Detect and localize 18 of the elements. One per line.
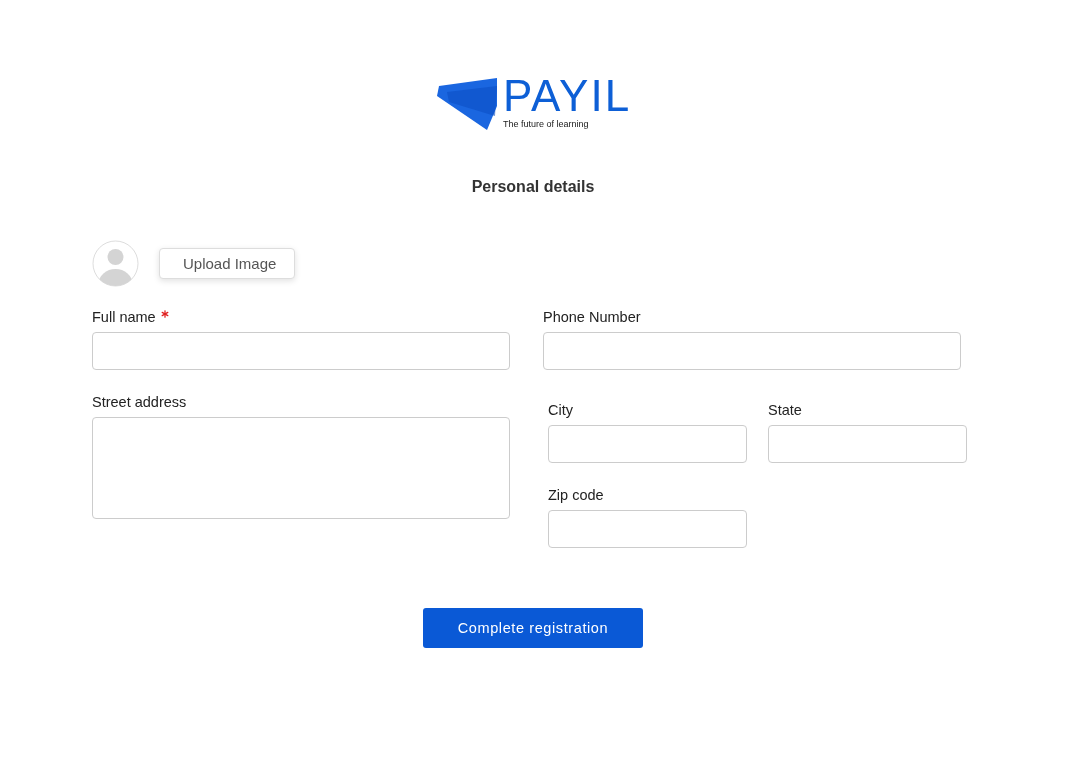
field-label: Phone Number <box>543 309 641 325</box>
field-label: Zip code <box>548 487 604 503</box>
text-field[interactable] <box>548 510 747 548</box>
street-address-field[interactable] <box>92 417 510 519</box>
field-label: Full name <box>92 309 156 325</box>
tagline: The future of learning <box>502 119 590 129</box>
text-field[interactable] <box>548 425 747 463</box>
field-label: State <box>768 402 802 418</box>
text-field[interactable] <box>543 332 961 370</box>
upload-image-button[interactable]: Upload Image <box>159 248 296 279</box>
text-field[interactable] <box>92 332 510 370</box>
complete-registration-button[interactable]: Complete registration <box>423 608 643 648</box>
brand-name: PAYIL <box>502 76 632 116</box>
field-label: Street address <box>92 394 187 410</box>
field-label: City <box>548 402 573 418</box>
avatar-icon <box>92 240 139 287</box>
page-title: Personal details <box>471 178 595 196</box>
text-field[interactable] <box>768 425 967 463</box>
